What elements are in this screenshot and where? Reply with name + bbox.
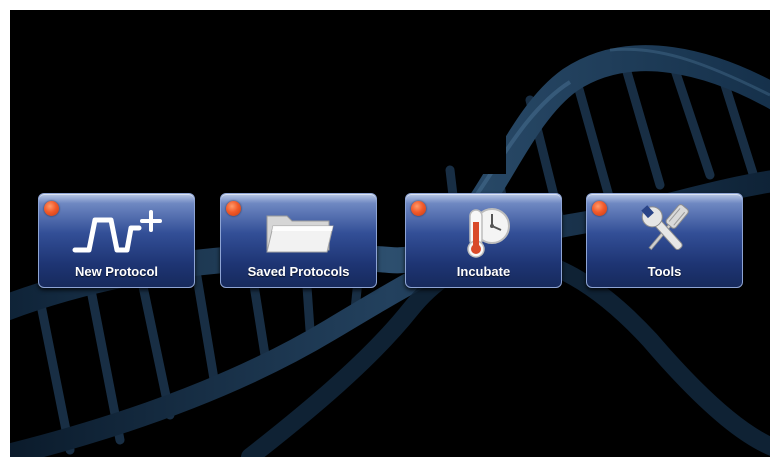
tile-label: Saved Protocols	[247, 264, 350, 279]
tile-label: Incubate	[456, 264, 511, 279]
tile-label: New Protocol	[74, 264, 159, 279]
home-screen: New Protocol Saved Protocols Incubate To…	[10, 10, 770, 457]
new-protocol-button[interactable]: New Protocol	[38, 193, 195, 288]
wrench-screwdriver-icon	[587, 204, 742, 258]
thermometer-clock-icon	[406, 204, 561, 258]
new-protocol-icon	[39, 204, 194, 258]
saved-protocols-button[interactable]: Saved Protocols	[220, 193, 377, 288]
tools-button[interactable]: Tools	[586, 193, 743, 288]
tile-label: Tools	[647, 264, 682, 279]
folder-icon	[221, 204, 376, 258]
incubate-button[interactable]: Incubate	[405, 193, 562, 288]
